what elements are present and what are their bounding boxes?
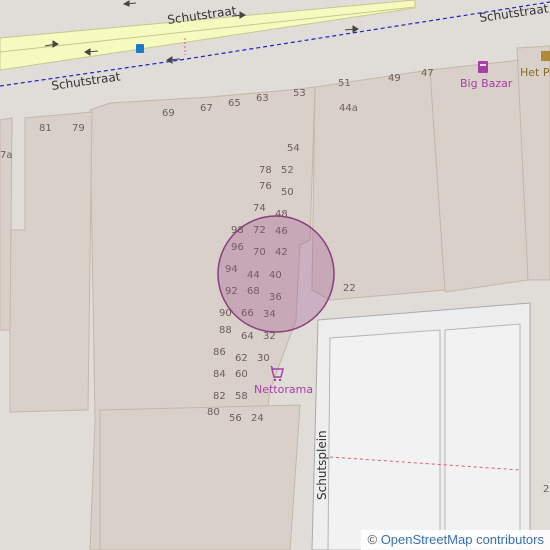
house-number: 76 — [259, 181, 272, 192]
poi-label: Het Po — [520, 66, 550, 79]
street-label-schutsplein: Schutsplein — [315, 430, 329, 500]
osm-attribution-link[interactable]: OpenStreetMap contributors — [381, 532, 544, 547]
house-number: 30 — [257, 353, 270, 364]
house-number: 86 — [213, 347, 226, 358]
house-number: 26 — [543, 484, 550, 495]
post-office-icon — [541, 51, 550, 61]
house-number: 82 — [213, 391, 226, 402]
house-number: 49 — [388, 73, 401, 84]
house-number: 58 — [235, 391, 248, 402]
location-marker-circle[interactable] — [217, 215, 335, 333]
poi-label: Big Bazar — [460, 77, 513, 90]
house-number: 63 — [256, 93, 269, 104]
house-number: 74 — [253, 203, 266, 214]
house-number: 24 — [251, 413, 264, 424]
house-number: 78 — [259, 165, 272, 176]
house-number: 67 — [200, 103, 213, 114]
house-number: 47 — [421, 68, 434, 79]
house-number: 88 — [219, 325, 232, 336]
house-number: 54 — [287, 143, 300, 154]
house-number: 44a — [339, 103, 358, 114]
map-view[interactable]: Schutstraat Schutstraat Schutstraat Schu… — [0, 0, 550, 550]
house-number: 56 — [229, 413, 242, 424]
copyright-symbol: © — [367, 532, 378, 547]
house-number: 53 — [293, 88, 306, 99]
house-number: 62 — [235, 353, 248, 364]
house-number: 64 — [241, 331, 254, 342]
parking-bays — [327, 323, 521, 550]
house-number: 60 — [235, 369, 248, 380]
house-number: 51 — [338, 78, 351, 89]
shopping-cart-wheel — [273, 378, 277, 382]
house-number: 22 — [343, 283, 356, 294]
shopping-bag-icon — [478, 61, 488, 73]
house-number: 65 — [228, 98, 241, 109]
house-number: 7a — [0, 150, 13, 161]
house-number: 80 — [207, 407, 220, 418]
house-number: 69 — [162, 108, 175, 119]
house-number: 50 — [281, 187, 294, 198]
shopping-bag-icon-detail — [480, 64, 486, 66]
house-number: 84 — [213, 369, 226, 380]
house-number: 79 — [72, 123, 85, 134]
bus-stop-icon[interactable] — [136, 44, 144, 53]
poi-label: Nettorama — [254, 383, 313, 396]
map-attribution: © OpenStreetMap contributors — [361, 530, 550, 550]
house-number: 52 — [281, 165, 294, 176]
house-number: 81 — [39, 123, 52, 134]
shopping-cart-wheel — [278, 378, 282, 382]
map-canvas: Schutstraat Schutstraat Schutstraat Schu… — [0, 0, 550, 550]
